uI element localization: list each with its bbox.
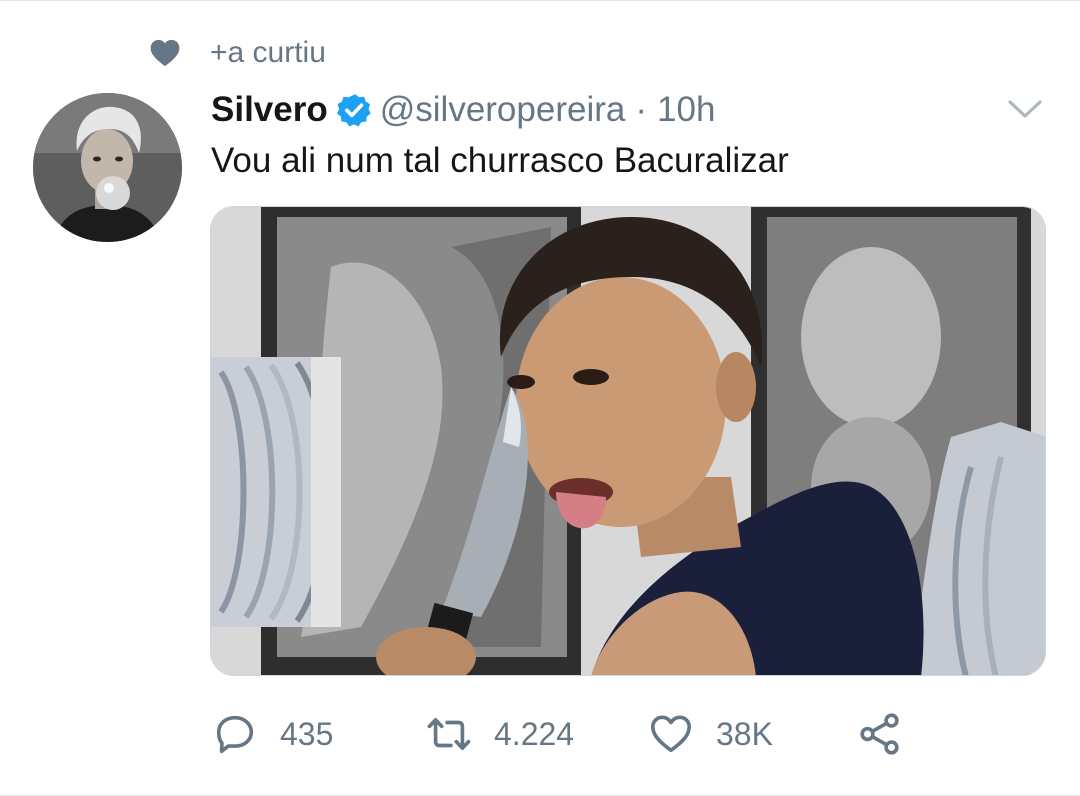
tweet-photo[interactable] (210, 206, 1046, 676)
tweet[interactable]: +a curtiu Silvero @silveropereira · 10h … (0, 0, 1080, 796)
reply-button[interactable]: 435 (212, 706, 333, 762)
verified-badge-icon (336, 94, 371, 127)
share-icon (860, 713, 899, 755)
separator-dot: · (635, 90, 648, 129)
retweet-button[interactable]: 4.224 (426, 706, 574, 762)
share-button[interactable] (857, 706, 903, 762)
author-name[interactable]: Silvero (211, 90, 328, 130)
social-context: +a curtiu (150, 33, 326, 73)
heart-icon (150, 39, 180, 67)
like-count: 38K (716, 715, 773, 752)
social-context-text: +a curtiu (210, 36, 326, 69)
tweet-actions: 435 4.224 38K (212, 706, 932, 762)
retweet-count: 4.224 (494, 715, 575, 752)
chevron-down-icon[interactable] (1005, 94, 1045, 124)
tweet-header: Silvero @silveropereira · 10h (211, 87, 715, 133)
heart-outline-icon (650, 715, 692, 753)
avatar[interactable] (33, 93, 182, 242)
retweet-icon (427, 717, 471, 751)
like-button[interactable]: 38K (648, 706, 773, 762)
tweet-timestamp[interactable]: 10h (657, 90, 715, 130)
author-handle[interactable]: @silveropereira (380, 90, 626, 130)
tweet-text: Vou ali num tal churrasco Bacuralizar (211, 141, 789, 180)
reply-icon (216, 715, 254, 754)
reply-count: 435 (280, 715, 334, 752)
